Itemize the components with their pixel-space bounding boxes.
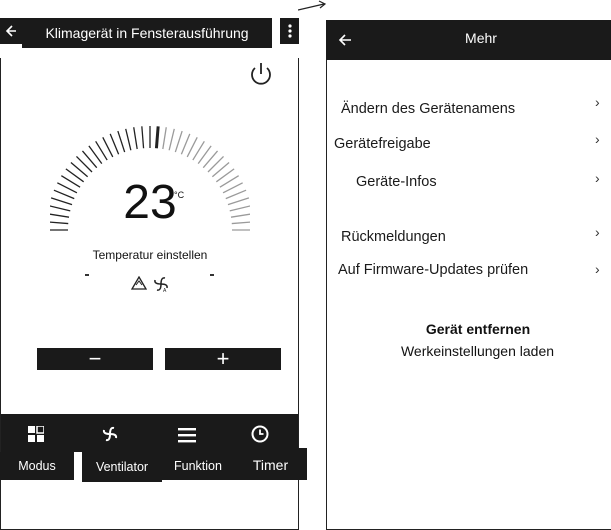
clock-icon[interactable] [251,425,269,443]
menu-item-sharing[interactable]: Gerätefreigabe [334,136,431,152]
dial-tick [174,130,183,153]
arrow-right-icon [298,0,327,11]
back-arrow-icon[interactable] [0,18,22,44]
dial-tick [231,221,250,225]
chevron-right-icon: › [595,224,600,240]
page-title: Klimagerät in Fensterausführung [22,18,272,48]
dial-tick [141,126,145,149]
temperature-label: Temperatur einstellen [92,248,208,262]
triangle-mode-icon [131,276,147,290]
dial-tick [133,127,138,150]
dial-tick [102,137,114,158]
dial-tick [229,205,250,212]
tab-modus[interactable]: Modus [0,452,74,480]
dial-tick [154,126,160,149]
factory-reset-button[interactable]: Werkeinstellungen laden [350,343,605,359]
dial-end-mark-left [85,274,89,276]
dial-tick [57,182,78,194]
menu-item-rename[interactable]: Ändern des Gerätenamens [341,101,515,117]
chevron-right-icon: › [595,170,600,186]
dial-tick [186,137,198,158]
chevron-right-icon: › [595,131,600,147]
fan-auto-icon: A [154,277,168,293]
temperature-unit: °C [174,190,185,200]
modus-icon[interactable] [28,426,44,442]
dial-tick [50,205,71,212]
dial-tick [180,133,191,155]
dial-tick [168,128,175,151]
dial-tick [50,213,70,218]
dial-tick [162,127,167,150]
tab-funktion[interactable]: Funktion [162,452,234,480]
dial-tick [50,197,73,206]
dial-tick [50,221,69,225]
chevron-right-icon: › [595,94,600,110]
tab-ventilator[interactable]: Ventilator [82,452,162,482]
dial-tick [109,133,120,155]
chevron-right-icon: › [595,261,600,277]
dial-end-mark-right [210,274,214,276]
menu-item-firmware-update[interactable]: Auf Firmware-Updates prüfen [338,262,528,278]
menu-item-device-info[interactable]: Geräte-Infos [356,174,437,190]
page-title: Mehr [465,30,497,46]
dial-tick [222,182,243,194]
more-vertical-icon[interactable] [280,18,299,44]
dial-tick [230,213,250,218]
decrease-temperature-button[interactable]: − [37,346,153,371]
increase-temperature-button[interactable]: + [165,346,281,371]
remove-device-button[interactable]: Gerät entfernen [366,321,590,337]
svg-text:A: A [163,288,167,293]
fan-icon[interactable] [101,425,119,443]
dial-tick [227,197,250,206]
dial-tick [225,189,247,200]
dial-tick [117,130,126,153]
dial-tick [125,128,132,151]
menu-icon[interactable] [178,427,196,443]
dial-tick [53,189,75,200]
back-arrow-icon[interactable] [332,28,358,52]
power-icon[interactable] [248,60,274,88]
menu-item-feedback[interactable]: Rückmeldungen [341,229,446,245]
temperature-value: 23 [123,176,177,229]
tab-timer[interactable]: Timer [234,448,307,480]
